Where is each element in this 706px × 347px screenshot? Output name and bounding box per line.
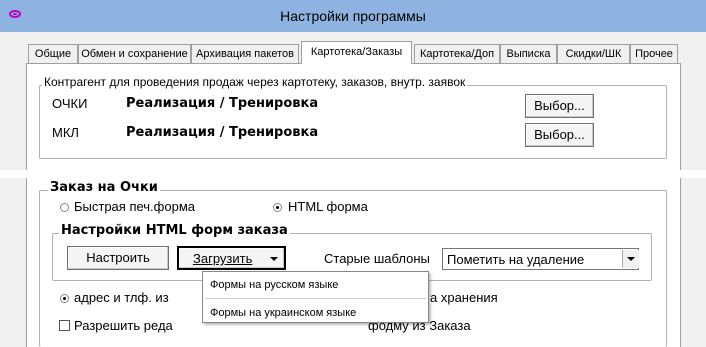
- load-button[interactable]: Загрузить: [177, 246, 286, 270]
- radio-html-form-label[interactable]: HTML форма: [288, 199, 368, 214]
- radio-address-label-tail: а хранения: [430, 290, 498, 305]
- allow-edit-checkbox[interactable]: [59, 320, 70, 331]
- load-dropdown-menu: Формы на русском языке Формы на украинск…: [202, 271, 429, 323]
- radio-html-form[interactable]: [273, 203, 282, 212]
- tab-other[interactable]: Прочее: [630, 44, 678, 63]
- allow-edit-label[interactable]: Разрешить реда: [74, 318, 173, 333]
- radio-address[interactable]: [60, 294, 69, 303]
- menu-item-ukrainian-forms[interactable]: Формы на украинском языке: [210, 307, 356, 319]
- radio-quick-print[interactable]: [60, 203, 69, 212]
- old-templates-label: Старые шаблоны: [324, 251, 430, 266]
- tab-general[interactable]: Общие: [28, 44, 78, 63]
- counterparty-value-glasses: Реализация / Тренировка: [126, 96, 319, 111]
- choose-glasses-button[interactable]: Выбор...: [525, 94, 594, 118]
- load-button-label: Загрузить: [193, 251, 253, 266]
- counterparty-code-glasses: ОЧКИ: [52, 96, 88, 111]
- choose-contacts-button[interactable]: Выбор...: [525, 123, 594, 147]
- menu-divider: [205, 298, 426, 299]
- tab-cards-orders[interactable]: Картотека/Заказы: [301, 41, 412, 64]
- radio-quick-print-label[interactable]: Быстрая печ.форма: [74, 199, 195, 214]
- old-templates-select[interactable]: Пометить на удаление: [442, 248, 639, 270]
- order-legend: Заказ на Очки: [48, 180, 160, 195]
- window-title: Настройки программы: [280, 8, 426, 24]
- tab-cards-extra[interactable]: Картотека/Доп: [414, 44, 500, 63]
- counterparty-value-contacts: Реализация / Тренировка: [126, 125, 319, 140]
- chevron-down-icon: [627, 257, 635, 261]
- tab-statement[interactable]: Выписка: [500, 44, 557, 63]
- separator: [0, 170, 706, 178]
- counterparty-code-contacts: МКЛ: [52, 125, 79, 140]
- configure-button[interactable]: Настроить: [67, 246, 169, 270]
- select-button[interactable]: [622, 250, 639, 268]
- radio-address-label[interactable]: адрес и тлф. из: [74, 290, 169, 305]
- tab-exchange[interactable]: Обмен и сохранение: [78, 44, 191, 63]
- html-settings-legend: Настройки HTML форм заказа: [59, 223, 290, 238]
- tab-archive[interactable]: Архивация пакетов: [191, 44, 299, 63]
- chevron-down-icon: [270, 257, 278, 261]
- menu-item-russian-forms[interactable]: Формы на русском языке: [210, 279, 338, 291]
- title-bar: Настройки программы: [0, 0, 706, 32]
- counterparty-legend: Контрагент для проведения продаж через к…: [42, 75, 468, 89]
- tab-discounts[interactable]: Скидки/ШК: [557, 44, 630, 63]
- old-templates-value: Пометить на удаление: [447, 252, 585, 267]
